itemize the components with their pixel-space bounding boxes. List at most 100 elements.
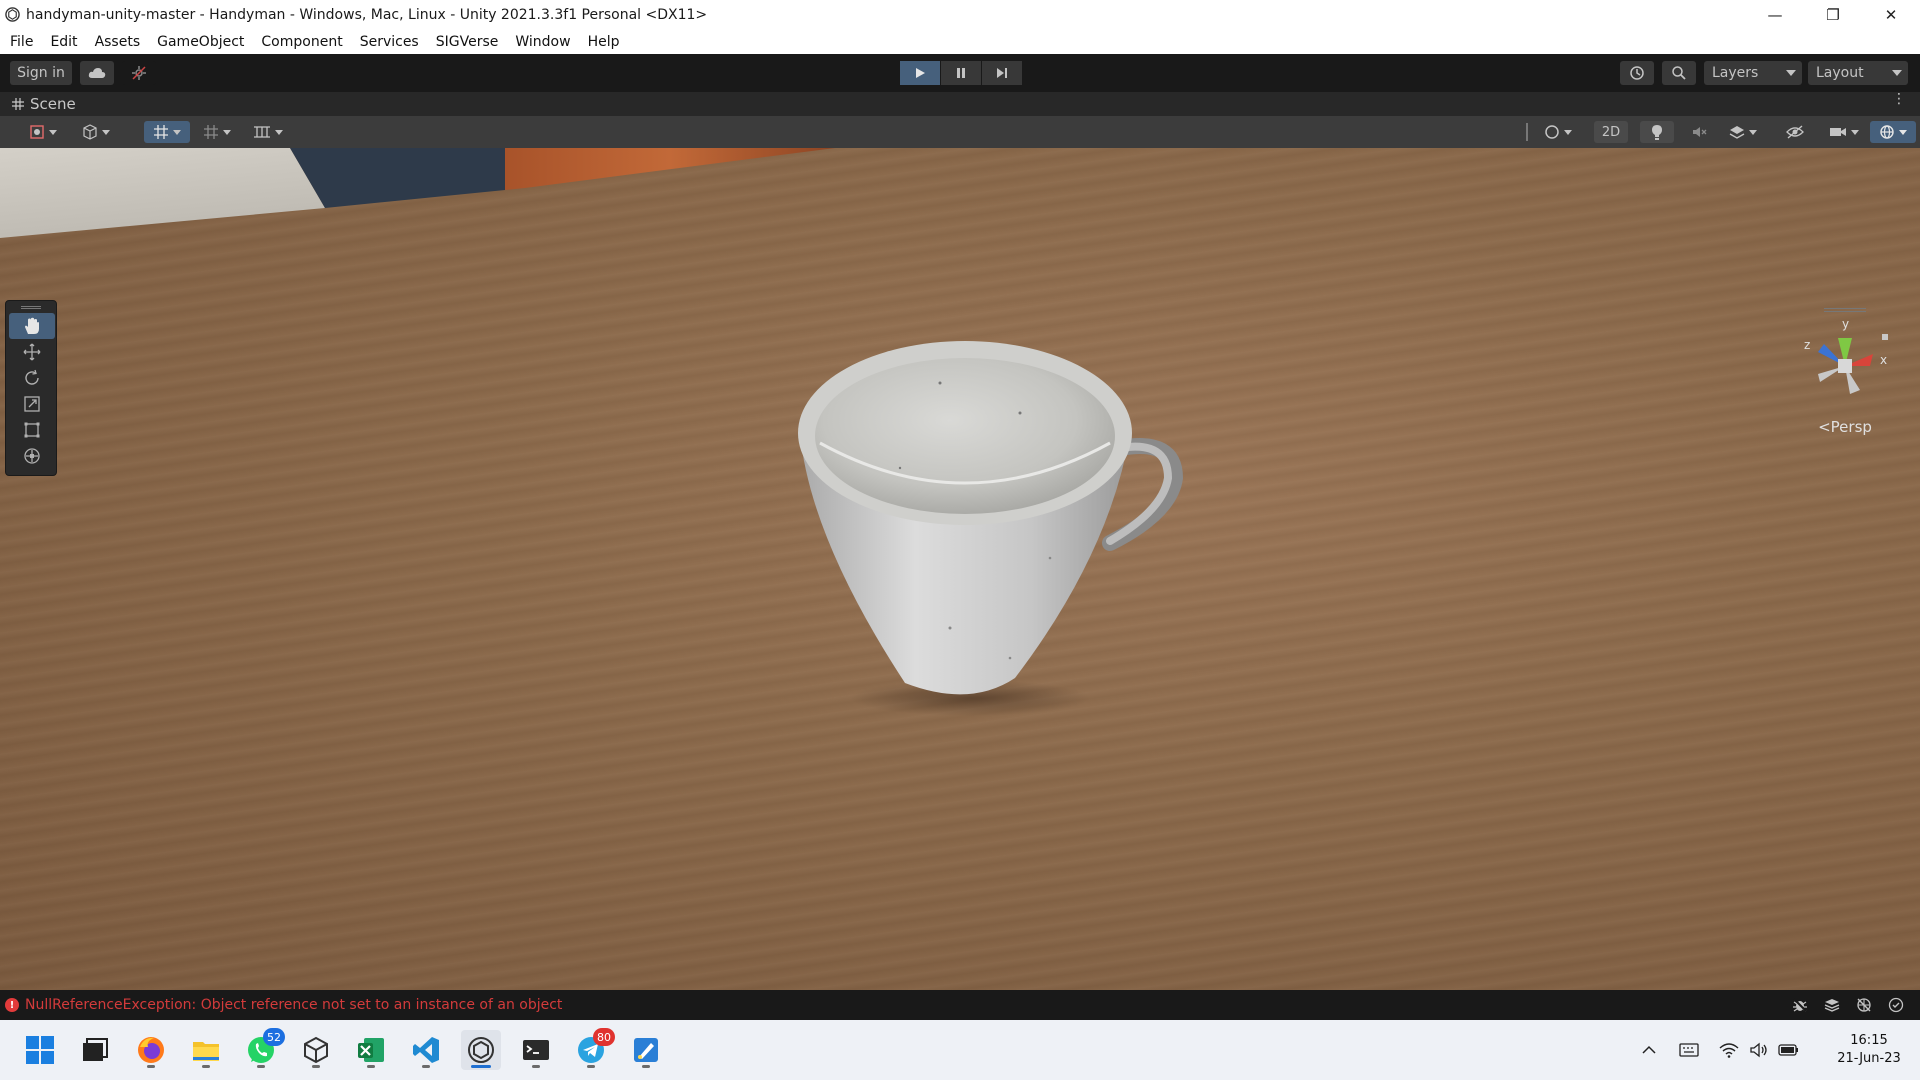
cup-object[interactable]: [780, 338, 1200, 718]
play-button[interactable]: [900, 61, 940, 85]
console-error-message[interactable]: NullReferenceException: Object reference…: [25, 997, 562, 1013]
chevron-down-icon: [1892, 70, 1902, 76]
increment-snap-dropdown[interactable]: [246, 121, 290, 143]
check-circle-icon: [1888, 997, 1904, 1013]
start-button[interactable]: [20, 1030, 60, 1070]
progress-button[interactable]: [1816, 996, 1848, 1014]
menu-assets[interactable]: Assets: [95, 34, 141, 50]
taskbar-unity-hub[interactable]: [296, 1030, 336, 1070]
undo-history-button[interactable]: [1620, 61, 1654, 85]
search-icon: [1672, 66, 1686, 80]
battery-button[interactable]: [1774, 1035, 1804, 1065]
menu-services[interactable]: Services: [360, 34, 419, 50]
scale-tool-button[interactable]: [9, 391, 55, 417]
view-options-dropdown[interactable]: [74, 121, 118, 143]
menu-edit[interactable]: Edit: [50, 34, 77, 50]
battery-icon: [1778, 1044, 1798, 1056]
gizmos-dropdown[interactable]: [1870, 121, 1916, 143]
taskbar-whatsapp[interactable]: 52: [241, 1028, 285, 1070]
console-status-bar[interactable]: ! NullReferenceException: Object referen…: [0, 990, 1920, 1020]
playmode-controls: [900, 61, 1023, 85]
restore-button[interactable]: ❐: [1804, 0, 1862, 29]
gizmo-grip: [1824, 308, 1866, 312]
menu-component[interactable]: Component: [261, 34, 342, 50]
task-view-button[interactable]: [75, 1030, 115, 1070]
cloud-button[interactable]: [80, 61, 114, 85]
grid-snap-toggle[interactable]: [144, 121, 190, 143]
rect-transform-icon: [24, 422, 40, 438]
taskbar-unity-editor[interactable]: [461, 1030, 501, 1070]
globe-gizmo-icon: [1880, 125, 1894, 139]
globe-off-icon: [1857, 998, 1871, 1012]
menu-help[interactable]: Help: [588, 34, 620, 50]
layout-label: Layout: [1816, 65, 1864, 81]
notification-badge: 80: [593, 1028, 615, 1046]
gizmo-y-label: y: [1842, 317, 1849, 331]
excel-icon: [358, 1038, 384, 1062]
draw-mode-dropdown[interactable]: [22, 121, 64, 143]
rect-tool-button[interactable]: [9, 417, 55, 443]
shading-dropdown[interactable]: [1538, 121, 1578, 143]
system-tray: 16:15 21-Jun-23: [1634, 1020, 1920, 1080]
camera-dropdown[interactable]: [1822, 121, 1866, 143]
debug-mode-button[interactable]: [1784, 996, 1816, 1014]
window-title: handyman-unity-master - Handyman - Windo…: [26, 6, 708, 23]
rotate-icon: [25, 369, 39, 385]
menu-gameobject[interactable]: GameObject: [157, 34, 244, 50]
taskbar-file-explorer[interactable]: [186, 1030, 226, 1070]
audio-toggle[interactable]: [1684, 121, 1714, 143]
task-view-icon: [83, 1038, 108, 1061]
projection-toggle[interactable]: <Persp: [1790, 418, 1900, 436]
wifi-button[interactable]: [1714, 1035, 1744, 1065]
taskbar-telegram[interactable]: 80: [571, 1028, 615, 1070]
hand-tool-button[interactable]: [9, 313, 55, 339]
auto-generate-lighting-button[interactable]: [1848, 996, 1880, 1014]
windows-logo-icon: [26, 1036, 54, 1064]
show-hidden-icons-button[interactable]: [1634, 1035, 1664, 1065]
panel-grip[interactable]: [6, 301, 56, 313]
clock[interactable]: 16:15 21-Jun-23: [1824, 1032, 1914, 1068]
menu-file[interactable]: File: [10, 34, 33, 50]
pause-button[interactable]: [941, 61, 981, 85]
menu-sigverse[interactable]: SIGVerse: [436, 34, 499, 50]
scene-visibility-toggle[interactable]: [1778, 121, 1812, 143]
layout-dropdown[interactable]: Layout: [1808, 61, 1908, 85]
menu-window[interactable]: Window: [515, 34, 570, 50]
taskbar-terminal[interactable]: [516, 1030, 556, 1070]
running-indicator: [367, 1065, 375, 1068]
lighting-toggle[interactable]: [1640, 121, 1674, 143]
keyboard-layout-button[interactable]: [1674, 1035, 1704, 1065]
windows-taskbar: 52 80 16:15 21-Jun-23: [0, 1020, 1920, 1080]
transform-tool-button[interactable]: [9, 443, 55, 469]
taskbar-firefox[interactable]: [131, 1030, 171, 1070]
effects-dropdown[interactable]: [1722, 121, 1764, 143]
toggle-2d-button[interactable]: 2D: [1594, 121, 1628, 143]
taskbar-paint[interactable]: [626, 1030, 666, 1070]
status-check-button[interactable]: [1880, 996, 1912, 1014]
collab-icon: [132, 66, 146, 80]
minimize-button[interactable]: —: [1746, 0, 1804, 29]
taskbar-excel[interactable]: [351, 1030, 391, 1070]
grid-visibility-dropdown[interactable]: [196, 121, 238, 143]
gizmo-x-label: x: [1880, 353, 1887, 367]
search-button[interactable]: [1662, 61, 1696, 85]
keyboard-icon: [1679, 1043, 1699, 1057]
vscode-icon: [413, 1037, 439, 1063]
orientation-gizmo[interactable]: y x z <Persp: [1790, 308, 1900, 438]
more-options-icon[interactable]: ⋮: [1892, 92, 1906, 106]
layers-dropdown[interactable]: Layers: [1704, 61, 1802, 85]
paint-icon: [634, 1038, 658, 1062]
volume-button[interactable]: [1744, 1035, 1774, 1065]
move-tool-button[interactable]: [9, 339, 55, 365]
tab-scene[interactable]: Scene: [0, 95, 76, 113]
close-button[interactable]: ✕: [1862, 0, 1920, 29]
sign-in-button[interactable]: Sign in: [10, 61, 72, 85]
collab-button[interactable]: [122, 61, 156, 85]
scene-viewport[interactable]: y x z <Persp: [0, 148, 1920, 990]
taskbar-vscode[interactable]: [406, 1030, 446, 1070]
camera-icon: [1830, 128, 1846, 136]
step-button[interactable]: [982, 61, 1022, 85]
shading-mode-icon: [30, 125, 44, 139]
active-indicator: [471, 1065, 491, 1068]
rotate-tool-button[interactable]: [9, 365, 55, 391]
